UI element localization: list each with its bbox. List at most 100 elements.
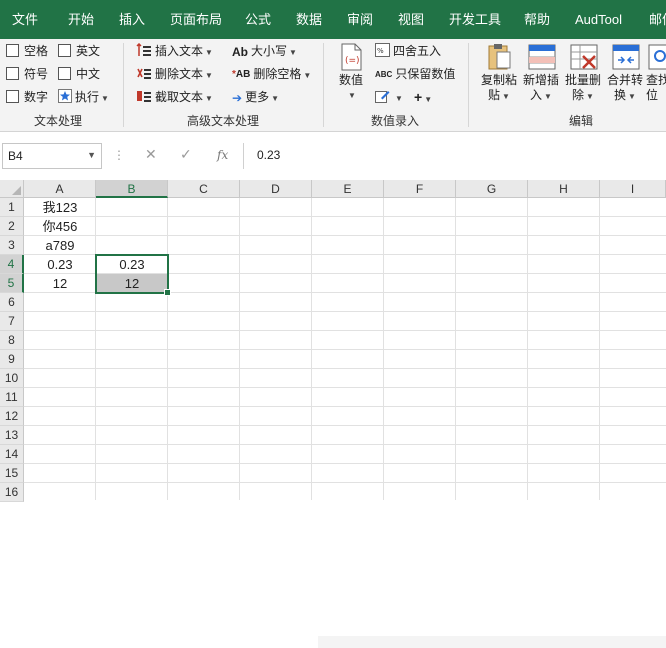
cell-a5[interactable]: 12 (24, 274, 96, 293)
column-header-a[interactable]: A (24, 180, 96, 198)
row-header-2[interactable]: 2 (0, 217, 24, 236)
row-header-3[interactable]: 3 (0, 236, 24, 255)
row-header-8[interactable]: 8 (0, 331, 24, 350)
execute-button[interactable]: 执行 ▼ (58, 89, 109, 107)
ribbon: 空格 英文 符号 中文 数字 执行 ▼ 文本处理 插入文本 ▼ 删除文本 ▼ 截取文本… (0, 39, 666, 132)
insert-text-button[interactable]: 插入文本 ▼ (136, 42, 213, 61)
column-header-e[interactable]: E (312, 180, 384, 198)
row-header-6[interactable]: 6 (0, 293, 24, 312)
tab-data[interactable]: 数据 (296, 0, 322, 39)
new-insert-button[interactable]: 新增插 入 ▼ (520, 43, 562, 104)
tab-audtool[interactable]: AudTool (575, 0, 622, 39)
tab-home[interactable]: 开始 (68, 0, 94, 39)
checkbox-icon (58, 67, 71, 80)
formula-input[interactable]: 0.23 (257, 148, 280, 162)
row-header-7[interactable]: 7 (0, 312, 24, 331)
row-header-11[interactable]: 11 (0, 388, 24, 407)
group-label-edit: 编辑 (569, 114, 594, 128)
row-header-4[interactable]: 4 (0, 255, 24, 274)
tab-view[interactable]: 视图 (398, 0, 424, 39)
value-icon: (=) (338, 43, 364, 71)
gridline (24, 425, 666, 426)
column-header-i[interactable]: I (600, 180, 666, 198)
tab-formulas[interactable]: 公式 (245, 0, 271, 39)
tab-developer[interactable]: 开发工具 (449, 0, 501, 39)
edit-value-button[interactable]: ▼ (375, 89, 403, 107)
insert-function-icon[interactable]: fx (217, 148, 228, 162)
tab-file[interactable]: 文件 (12, 0, 38, 39)
checkbox-english[interactable]: 英文 (58, 43, 100, 59)
add-button[interactable]: + ▼ (414, 89, 432, 108)
round-icon: % (375, 43, 390, 61)
delete-spaces-button[interactable]: *AB 删除空格 ▼ (232, 66, 311, 84)
checkbox-number[interactable]: 数字 (6, 89, 48, 105)
find-icon (648, 43, 666, 70)
fill-handle[interactable] (164, 289, 171, 296)
chevron-down-icon: ▼ (348, 91, 356, 100)
row-header-14[interactable]: 14 (0, 445, 24, 464)
gridline (24, 463, 666, 464)
find-locate-button[interactable]: 查找 位 (646, 43, 666, 103)
batch-delete-button[interactable]: 批量删 除 ▼ (562, 43, 604, 104)
tab-page-layout[interactable]: 页面布局 (170, 0, 222, 39)
row-header-16[interactable]: 16 (0, 483, 24, 502)
row-header-15[interactable]: 15 (0, 464, 24, 483)
tab-help[interactable]: 帮助 (524, 0, 550, 39)
formula-bar: B4 ▼ ⋮ ✕ ✓ fx 0.23 (0, 140, 666, 171)
group-label-value-entry: 数值录入 (371, 114, 420, 128)
gridline (24, 311, 666, 312)
row-header-9[interactable]: 9 (0, 350, 24, 369)
confirm-icon[interactable]: ✓ (180, 146, 192, 163)
cell-a4[interactable]: 0.23 (24, 255, 96, 274)
cell-a1[interactable]: 我123 (24, 198, 96, 217)
checkbox-icon (6, 44, 19, 57)
worksheet-grid[interactable]: A B C D E F G H I 1 2 3 4 5 6 7 8 9 10 1… (0, 180, 666, 648)
more-dots-icon[interactable]: ⋮ (113, 148, 125, 162)
column-header-f[interactable]: F (384, 180, 456, 198)
delete-spaces-icon: *AB (232, 68, 251, 80)
chevron-down-icon: ▼ (303, 71, 312, 80)
name-box[interactable]: B4 ▼ (2, 143, 102, 169)
column-header-b[interactable]: B (96, 180, 168, 198)
column-header-g[interactable]: G (456, 180, 528, 198)
delete-text-button[interactable]: 删除文本 ▼ (136, 66, 213, 84)
svg-text:(=): (=) (345, 56, 360, 66)
copy-paste-button[interactable]: 复制粘 贴 ▼ (478, 43, 520, 104)
tab-insert[interactable]: 插入 (119, 0, 145, 39)
column-header-d[interactable]: D (240, 180, 312, 198)
chevron-down-icon[interactable]: ▼ (87, 150, 96, 160)
round-button[interactable]: % 四舍五入 (375, 43, 441, 61)
keep-value-button[interactable]: ABC 只保留数值 (375, 66, 455, 83)
value-button[interactable]: (=) 数值 ▼ (334, 43, 368, 103)
cancel-icon[interactable]: ✕ (145, 146, 157, 163)
checkbox-space[interactable]: 空格 (6, 43, 48, 59)
cell-a2[interactable]: 你456 (24, 217, 96, 236)
row-header-13[interactable]: 13 (0, 426, 24, 445)
formula-divider (243, 143, 244, 169)
select-all-button[interactable] (0, 180, 24, 198)
row-header-1[interactable]: 1 (0, 198, 24, 217)
row-header-5[interactable]: 5 (0, 274, 24, 293)
gridline (24, 368, 666, 369)
svg-text:%: % (377, 47, 384, 55)
checkbox-symbol[interactable]: 符号 (6, 66, 48, 82)
more-button[interactable]: ➔ 更多 ▼ (232, 89, 279, 107)
plus-icon: + (414, 89, 423, 105)
gridline (24, 482, 666, 483)
extract-text-button[interactable]: 截取文本 ▼ (136, 89, 213, 107)
gridline (24, 444, 666, 445)
column-header-h[interactable]: H (528, 180, 600, 198)
extract-text-icon (136, 89, 152, 107)
checkbox-chinese[interactable]: 中文 (58, 66, 100, 82)
chevron-down-icon: ▼ (101, 94, 109, 104)
tab-mail[interactable]: 邮件 (649, 0, 666, 39)
merge-convert-button[interactable]: 合并转 换 ▼ (604, 43, 646, 104)
batch-delete-icon (570, 43, 598, 70)
cell-a3[interactable]: a789 (24, 236, 96, 255)
row-header-10[interactable]: 10 (0, 369, 24, 388)
tab-review[interactable]: 审阅 (347, 0, 373, 39)
chevron-down-icon: ▼ (205, 94, 213, 104)
column-header-c[interactable]: C (168, 180, 240, 198)
case-button[interactable]: Ab 大小写 ▼ (232, 43, 297, 61)
row-header-12[interactable]: 12 (0, 407, 24, 426)
